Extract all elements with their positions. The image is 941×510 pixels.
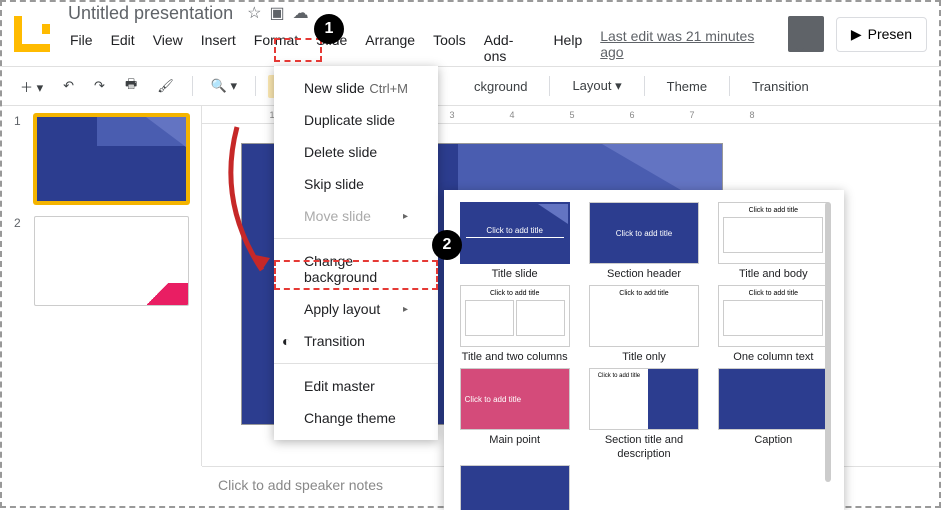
menu-change-theme[interactable]: Change theme xyxy=(274,402,438,434)
annotation-badge: 2 xyxy=(432,230,462,260)
annotation-highlight xyxy=(274,260,438,290)
menu-skip-slide[interactable]: Skip slide xyxy=(274,168,438,200)
print-button[interactable]: 🖶 xyxy=(119,71,143,101)
menu-new-slide[interactable]: New slideCtrl+M xyxy=(274,72,438,104)
present-label: Presen xyxy=(868,26,912,42)
layout-option[interactable]: Click to add title Section title and des… xyxy=(585,368,702,460)
menu-duplicate-slide[interactable]: Duplicate slide xyxy=(274,104,438,136)
menu-help[interactable]: Help xyxy=(545,28,590,68)
layout-option[interactable]: Click to add title Main point xyxy=(456,368,573,460)
redo-button[interactable]: ↷ xyxy=(88,74,111,98)
move-icon[interactable]: ▣ xyxy=(269,3,284,23)
layout-option[interactable]: Click to add title Title only xyxy=(585,285,702,364)
scrollbar[interactable] xyxy=(825,202,831,482)
layout-option[interactable]: Click to add title One column text xyxy=(715,285,832,364)
zoom-button[interactable]: 🔍 ▾ xyxy=(205,74,243,98)
cloud-icon[interactable]: ☁ xyxy=(293,3,309,23)
menu-move-slide: Move slide xyxy=(274,200,438,232)
layout-option[interactable]: Click to add title Title and two columns xyxy=(456,285,573,364)
menu-edit-master[interactable]: Edit master xyxy=(274,370,438,402)
menu-file[interactable]: File xyxy=(62,28,101,68)
layout-option[interactable] xyxy=(456,465,573,510)
thumb-number: 2 xyxy=(14,216,26,306)
transition-icon: ◐ xyxy=(282,333,290,349)
slides-logo xyxy=(14,16,50,52)
new-slide-button[interactable]: ＋ ▾ xyxy=(14,73,49,100)
layout-submenu: Click to add title Title slide Click to … xyxy=(444,190,844,510)
menu-bar: File Edit View Insert Format Slide Arran… xyxy=(62,28,780,68)
layout-option[interactable]: Click to add title Title and body xyxy=(715,202,832,281)
layout-button[interactable]: Layout ▾ xyxy=(562,74,631,98)
menu-addons[interactable]: Add-ons xyxy=(476,28,544,68)
play-icon: ▶ xyxy=(851,26,862,43)
menu-insert[interactable]: Insert xyxy=(193,28,244,68)
menu-arrange[interactable]: Arrange xyxy=(357,28,423,68)
menu-tools[interactable]: Tools xyxy=(425,28,474,68)
present-button[interactable]: ▶ Presen xyxy=(836,17,927,52)
transition-button[interactable]: Transition xyxy=(742,75,819,98)
slide-menu-dropdown: New slideCtrl+M Duplicate slide Delete s… xyxy=(274,66,438,440)
slide-thumbnail[interactable] xyxy=(34,216,189,306)
menu-apply-layout[interactable]: Apply layout xyxy=(274,293,438,325)
toolbar: ＋ ▾ ↶ ↷ 🖶 🖌 🔍 ▾ ▲ Ⓣ ckground Layout ▾ Th… xyxy=(2,66,939,106)
menu-view[interactable]: View xyxy=(145,28,191,68)
menu-edit[interactable]: Edit xyxy=(103,28,143,68)
header: Untitled presentation ☆ ▣ ☁ File Edit Vi… xyxy=(2,2,939,66)
layout-option[interactable]: Click to add title Title slide xyxy=(456,202,573,281)
star-icon[interactable]: ☆ xyxy=(247,3,261,23)
thumb-number: 1 xyxy=(14,114,26,204)
annotation-badge: 1 xyxy=(314,14,344,44)
layout-option[interactable]: Caption xyxy=(715,368,832,460)
menu-transition[interactable]: ◐ Transition xyxy=(274,325,438,357)
background-button[interactable]: ckground xyxy=(464,75,537,98)
theme-button[interactable]: Theme xyxy=(657,75,717,98)
filmstrip: 1 2 xyxy=(2,106,202,466)
annotation-arrow xyxy=(212,122,282,282)
comments-icon[interactable] xyxy=(788,16,824,52)
last-edit-link[interactable]: Last edit was 21 minutes ago xyxy=(600,28,780,68)
doc-title[interactable]: Untitled presentation xyxy=(62,1,239,26)
menu-delete-slide[interactable]: Delete slide xyxy=(274,136,438,168)
paint-format-button[interactable]: 🖌 xyxy=(151,74,180,98)
undo-button[interactable]: ↶ xyxy=(57,74,80,98)
layout-option[interactable]: Click to add title Section header xyxy=(585,202,702,281)
annotation-highlight xyxy=(274,38,322,62)
slide-thumbnail[interactable] xyxy=(34,114,189,204)
